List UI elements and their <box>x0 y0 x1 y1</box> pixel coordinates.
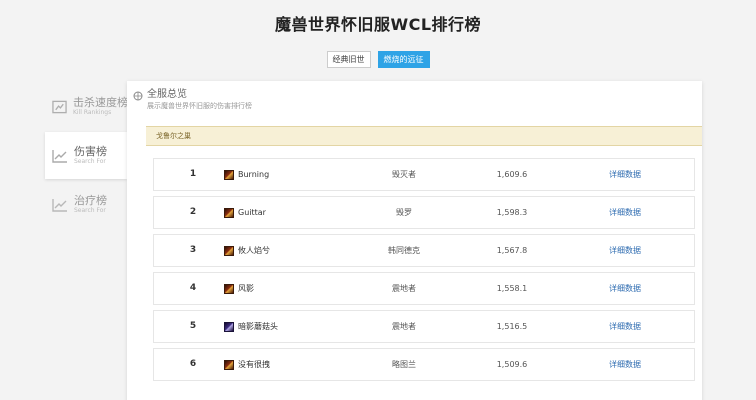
player-name: 没有很拽 <box>238 360 270 369</box>
chart-icon <box>52 100 67 113</box>
details-link[interactable]: 详细数据 <box>609 159 641 190</box>
player-spec: 韩同德克 <box>388 246 420 255</box>
table-row: 3 攸人焰兮 韩同德克 1,567.8 详细数据 <box>153 234 695 267</box>
sidebar-item-label: 伤害榜 <box>74 145 107 158</box>
realm-header: 戈鲁尔之巢 <box>146 126 702 146</box>
shadow-class-icon <box>224 321 234 332</box>
rank-number: 5 <box>189 321 197 331</box>
player-cell: Guittar <box>224 197 266 228</box>
version-tabs: 经典旧世 燃烧的远征 <box>0 51 756 68</box>
player-name: 风影 <box>238 284 254 293</box>
warrior-class-icon <box>224 283 234 294</box>
sidebar: 击杀速度榜 Kill Rankings 伤害榜 Search For 治疗榜 S… <box>45 83 127 230</box>
player-cell: 暗影蘑菇头 <box>224 311 278 342</box>
sidebar-item-subtitle: Kill Rankings <box>73 109 112 116</box>
rank-number: 6 <box>189 359 197 369</box>
sidebar-item-subtitle: Search For <box>74 207 106 214</box>
warrior-class-icon <box>224 245 234 256</box>
dps-score: 1,598.3 <box>496 208 528 217</box>
sidebar-item-label: 治疗榜 <box>74 194 107 207</box>
globe-icon <box>133 91 143 101</box>
rank-number: 3 <box>189 245 197 255</box>
player-name: Burning <box>238 170 270 179</box>
page-title: 魔兽世界怀旧服WCL排行榜 <box>274 15 482 34</box>
player-spec: 略图兰 <box>392 360 416 369</box>
chart-icon <box>52 198 67 212</box>
warrior-class-icon <box>224 359 234 370</box>
player-spec: 震地者 <box>392 284 416 293</box>
details-link[interactable]: 详细数据 <box>609 311 641 342</box>
sidebar-item-kill-speed[interactable]: 击杀速度榜 Kill Rankings <box>45 83 127 130</box>
player-name: 暗影蘑菇头 <box>238 322 278 331</box>
dps-score: 1,509.6 <box>496 360 528 369</box>
chart-icon <box>52 149 67 163</box>
warrior-class-icon <box>224 169 234 180</box>
table-row: 5 暗影蘑菇头 震地者 1,516.5 详细数据 <box>153 310 695 343</box>
rank-number: 1 <box>189 169 197 179</box>
panel-header: 全服总览 展示魔兽世界怀旧服的伤害排行榜 <box>133 89 252 111</box>
sidebar-item-label: 击杀速度榜 <box>73 96 127 109</box>
player-name: 攸人焰兮 <box>238 246 270 255</box>
panel-title: 全服总览 <box>147 89 187 100</box>
sidebar-item-subtitle: Search For <box>74 158 106 165</box>
dps-score: 1,567.8 <box>496 246 528 255</box>
player-cell: Burning <box>224 159 269 190</box>
player-spec: 毁灭者 <box>392 170 416 179</box>
table-row: 1 Burning 毁灭者 1,609.6 详细数据 <box>153 158 695 191</box>
table-row: 2 Guittar 毁罗 1,598.3 详细数据 <box>153 196 695 229</box>
tab-burning-crusade[interactable]: 燃烧的远征 <box>377 51 430 68</box>
ranking-list: 1 Burning 毁灭者 1,609.6 详细数据 2 Guittar 毁罗 … <box>153 158 695 386</box>
rank-number: 2 <box>189 207 197 217</box>
tab-classic[interactable]: 经典旧世 <box>326 51 371 68</box>
table-row: 4 风影 震地者 1,558.1 详细数据 <box>153 272 695 305</box>
details-link[interactable]: 详细数据 <box>609 349 641 380</box>
details-link[interactable]: 详细数据 <box>609 273 641 304</box>
player-cell: 风影 <box>224 273 254 304</box>
dps-score: 1,516.5 <box>496 322 528 331</box>
rank-number: 4 <box>189 283 197 293</box>
rankings-panel: 全服总览 展示魔兽世界怀旧服的伤害排行榜 戈鲁尔之巢 1 Burning 毁灭者… <box>127 81 702 400</box>
dps-score: 1,609.6 <box>496 170 528 179</box>
player-spec: 毁罗 <box>396 208 412 217</box>
table-row: 6 没有很拽 略图兰 1,509.6 详细数据 <box>153 348 695 381</box>
panel-description: 展示魔兽世界怀旧服的伤害排行榜 <box>147 102 252 110</box>
details-link[interactable]: 详细数据 <box>609 235 641 266</box>
player-cell: 没有很拽 <box>224 349 270 380</box>
sidebar-item-damage[interactable]: 伤害榜 Search For <box>45 132 127 179</box>
player-cell: 攸人焰兮 <box>224 235 270 266</box>
player-spec: 震地者 <box>392 322 416 331</box>
player-name: Guittar <box>238 208 266 217</box>
details-link[interactable]: 详细数据 <box>609 197 641 228</box>
dps-score: 1,558.1 <box>496 284 528 293</box>
warrior-class-icon <box>224 207 234 218</box>
sidebar-item-healing[interactable]: 治疗榜 Search For <box>45 181 127 228</box>
